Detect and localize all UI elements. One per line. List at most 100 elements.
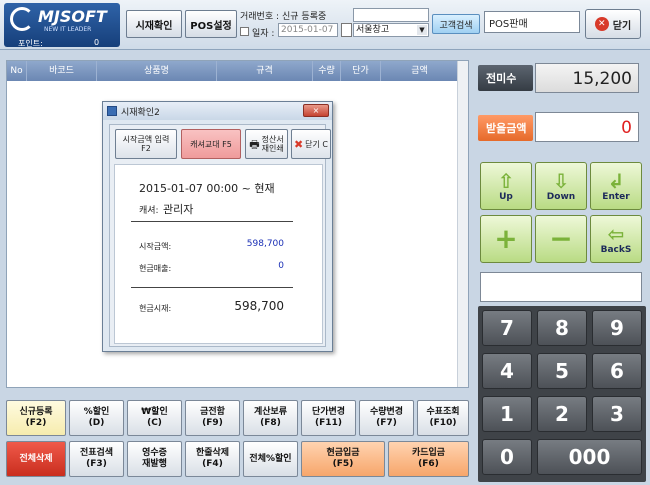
divider <box>131 287 293 288</box>
fn-key: (F8) <box>260 418 281 428</box>
numpad-display[interactable] <box>480 272 642 302</box>
fn-key: (F7) <box>376 418 397 428</box>
fn-label: 신규등록 <box>19 407 53 417</box>
cash-sales-label: 현금매출: <box>139 264 172 273</box>
cash-payment-button[interactable]: 현금입금 (F5) <box>301 441 385 477</box>
percent-discount-button[interactable]: %할인 (D) <box>69 400 124 436</box>
col-qty[interactable]: 수량 <box>313 61 341 81</box>
date-checkbox[interactable] <box>240 27 249 36</box>
date-input[interactable]: 2015-01-07 <box>278 23 338 37</box>
up-key[interactable]: ⇧ Up <box>480 162 532 210</box>
col-spec[interactable]: 규격 <box>217 61 313 81</box>
reprint-label-2: 재인쇄 <box>261 144 284 153</box>
header-bar: MJSOFT NEW IT LEADER 포인트: 0 시재확인 POS설정 거… <box>0 0 650 50</box>
key-9[interactable]: 9 <box>592 310 642 346</box>
dialog-close-action-button[interactable]: ✖ 닫기 C <box>291 129 331 159</box>
logo-mark-icon <box>10 7 34 31</box>
date-label: 일자 : <box>252 29 275 39</box>
key-2[interactable]: 2 <box>537 396 587 432</box>
dialog-close-button[interactable]: × <box>303 104 329 117</box>
fn-label: 수량변경 <box>369 407 404 417</box>
delete-all-button[interactable]: 전체삭제 <box>6 441 66 477</box>
change-price-button[interactable]: 단가변경 (F11) <box>301 400 356 436</box>
logo-text: MJSOFT <box>38 7 107 26</box>
sale-confirm-button[interactable]: 시재확인 <box>126 10 182 38</box>
reissue-receipt-button[interactable]: 영수증 재발행 <box>127 441 182 477</box>
total-percent-discount-button[interactable]: 전체%할인 <box>243 441 298 477</box>
cash-drawer-button[interactable]: 금전함 (F9) <box>185 400 240 436</box>
col-unit-price[interactable]: 단가 <box>341 61 381 81</box>
cash-summary-panel: 2015-01-07 00:00 ~ 현재 캐셔: 관리자 시작금액: 598,… <box>114 164 323 344</box>
key-7[interactable]: 7 <box>482 310 532 346</box>
fn-label: 한줄삭제 <box>195 448 230 458</box>
fn-label: ₩할인 <box>141 407 168 417</box>
hold-payment-button[interactable]: 계산보류 (F8) <box>243 400 298 436</box>
warehouse-checkbox[interactable] <box>341 23 352 37</box>
key-8[interactable]: 8 <box>537 310 587 346</box>
point-label: 포인트: <box>18 39 43 48</box>
key-label: Down <box>546 192 576 202</box>
fn-key: (F10) <box>429 418 457 428</box>
dialog-titlebar[interactable]: 시재확인2 × <box>103 102 332 120</box>
fn-label: 전체삭제 <box>19 453 53 464</box>
plus-key[interactable]: + <box>480 215 532 263</box>
close-icon: ✖ <box>293 137 304 151</box>
fn-key: (D) <box>88 418 105 428</box>
customer-search-button[interactable]: 고객검색 <box>432 14 480 34</box>
key-1[interactable]: 1 <box>482 396 532 432</box>
col-amount[interactable]: 금액 <box>381 61 458 81</box>
reprint-label-1: 정산서 <box>261 135 284 144</box>
won-discount-button[interactable]: ₩할인 (C) <box>127 400 182 436</box>
key-4[interactable]: 4 <box>482 353 532 389</box>
start-amount-label-text: 시작금액: <box>139 242 172 251</box>
minus-key[interactable]: − <box>535 215 587 263</box>
col-no[interactable]: No <box>7 61 27 81</box>
col-barcode[interactable]: 바코드 <box>27 61 97 81</box>
fn-key: (F5) <box>332 459 354 469</box>
key-000[interactable]: 000 <box>537 439 642 475</box>
fn-label: 단가변경 <box>311 407 346 417</box>
dialog-close-label: 닫기 C <box>305 139 329 149</box>
warehouse-select[interactable]: 서울창고 ▼ <box>353 23 429 37</box>
key-6[interactable]: 6 <box>592 353 642 389</box>
change-qty-button[interactable]: 수량변경 (F7) <box>359 400 414 436</box>
new-entry-button[interactable]: 신규등록 (F2) <box>6 400 66 436</box>
mode-display: POS판매 <box>484 11 580 33</box>
card-payment-button[interactable]: 카드입금 (F6) <box>388 441 469 477</box>
key-5[interactable]: 5 <box>537 353 587 389</box>
key-label: BackS <box>600 245 632 255</box>
check-inquiry-button[interactable]: 수표조회 (F10) <box>417 400 469 436</box>
key-3[interactable]: 3 <box>592 396 642 432</box>
logo: MJSOFT NEW IT LEADER 포인트: 0 <box>4 3 120 48</box>
app-icon <box>107 106 117 116</box>
backspace-key[interactable]: ⇦ BackS <box>590 215 642 263</box>
start-amount-button[interactable]: 시작금액 입력 F2 <box>115 129 177 159</box>
cashier-change-button[interactable]: 캐셔교대 F5 <box>181 129 241 159</box>
start-amount-value: 598,700 <box>246 239 284 249</box>
trade-number-value: 신규 등록중 <box>282 12 327 22</box>
logo-subtitle: NEW IT LEADER <box>44 26 92 33</box>
fn-key: 재발행 <box>142 459 167 469</box>
pos-settings-button[interactable]: POS설정 <box>185 10 237 38</box>
cashier-value: 관리자 <box>163 203 194 216</box>
fn-label: 금전함 <box>200 407 225 417</box>
plus-icon: + <box>494 222 518 255</box>
close-button[interactable]: ✕ 닫기 <box>585 9 641 39</box>
receive-amount-value: 0 <box>535 112 639 142</box>
key-0[interactable]: 0 <box>482 439 532 475</box>
slip-search-button[interactable]: 전표검색 (F3) <box>69 441 124 477</box>
trade-extra-input[interactable] <box>353 8 429 22</box>
col-product-name[interactable]: 상품명 <box>97 61 217 81</box>
grid-header: No 바코드 상품명 규격 수량 단가 금액 <box>7 61 458 81</box>
reprint-settlement-button[interactable]: 🖶 정산서 재인쇄 <box>245 129 288 159</box>
trade-number-label: 거래번호 : <box>240 12 280 22</box>
fn-label: 카드입금 <box>411 448 446 458</box>
down-key[interactable]: ⇩ Down <box>535 162 587 210</box>
dialog-title: 시재확인2 <box>121 108 160 118</box>
start-amount-key: F2 <box>141 144 151 153</box>
warehouse-value: 서울창고 <box>356 25 390 35</box>
delete-line-button[interactable]: 한줄삭제 (F4) <box>185 441 240 477</box>
grid-scrollbar[interactable] <box>457 61 468 387</box>
fn-key: (C) <box>147 418 162 428</box>
enter-key[interactable]: ↲ Enter <box>590 162 642 210</box>
